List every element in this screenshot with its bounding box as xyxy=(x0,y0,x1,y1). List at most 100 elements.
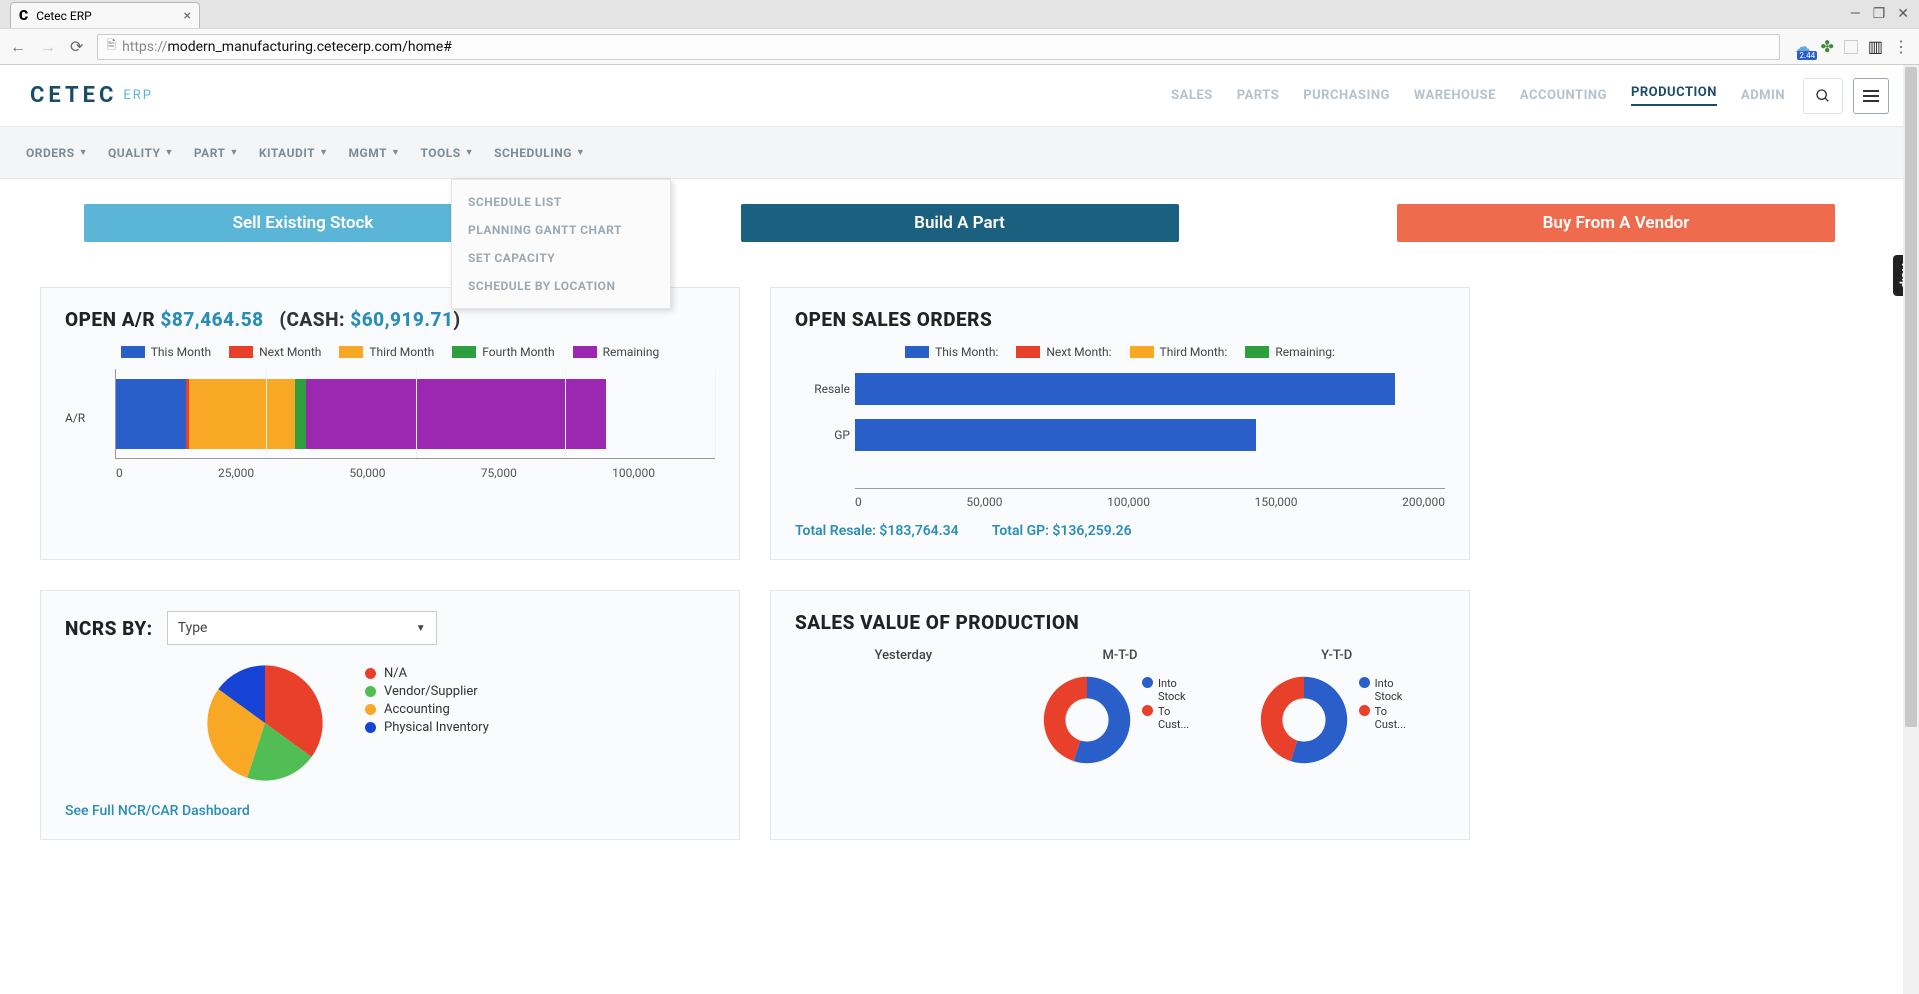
legend-item: This Month xyxy=(121,345,211,359)
svp-donut-chart xyxy=(1042,675,1132,765)
sub-nav: ORDERS ▼ QUALITY ▼ PART ▼ KITAUDIT ▼ MGMT ▼ T… xyxy=(0,127,1919,179)
legend-item: N/A xyxy=(365,666,489,681)
sub-nav-quality[interactable]: QUALITY ▼ xyxy=(108,146,174,160)
bar-segment xyxy=(306,379,606,449)
legend-item: Third Month xyxy=(339,345,434,359)
window-minimize-icon[interactable]: — xyxy=(1850,6,1861,22)
open-ar-card: OPEN A/R $87,464.58 (CASH: $60,919.71) T… xyxy=(40,287,740,560)
extension-icon[interactable]: ▥ xyxy=(1868,37,1883,56)
bar-segment xyxy=(189,379,295,449)
top-nav-warehouse[interactable]: WAREHOUSE xyxy=(1414,88,1496,103)
tab-favicon: C xyxy=(19,8,28,24)
bar-segment xyxy=(116,379,186,449)
top-nav-parts[interactable]: PARTS xyxy=(1237,88,1279,103)
top-nav: SALES PARTS PURCHASING WAREHOUSE ACCOUNTING P… xyxy=(1171,85,1785,106)
caret-down-icon: ▼ xyxy=(391,147,400,158)
window-close-icon[interactable]: ✕ xyxy=(1897,6,1909,22)
legend-item: Remaining xyxy=(573,345,660,359)
top-nav-admin[interactable]: ADMIN xyxy=(1741,88,1785,103)
logo[interactable]: CETEC ERP xyxy=(30,83,153,108)
dropdown-item[interactable]: SCHEDULE LIST xyxy=(452,188,670,216)
sub-nav-kitaudit[interactable]: KITAUDIT ▼ xyxy=(259,146,329,160)
window-maximize-icon[interactable]: ❐ xyxy=(1873,6,1886,22)
top-nav-accounting[interactable]: ACCOUNTING xyxy=(1520,88,1607,103)
extension-icon[interactable]: ✤ xyxy=(1820,37,1833,56)
svp-card: SALES VALUE OF PRODUCTION YesterdayM-T-D… xyxy=(770,590,1470,840)
sales-bar xyxy=(855,373,1395,405)
svp-donut-chart xyxy=(1259,675,1349,765)
chevron-down-icon: ▼ xyxy=(416,623,426,634)
sub-nav-part[interactable]: PART ▼ xyxy=(194,146,239,160)
ncr-dashboard-link[interactable]: See Full NCR/CAR Dashboard xyxy=(65,803,715,819)
build-a-part-button[interactable]: Build A Part xyxy=(741,204,1179,242)
browser-tab[interactable]: C Cetec ERP × xyxy=(10,2,200,28)
extension-icon[interactable] xyxy=(1844,40,1858,54)
scheduling-dropdown: SCHEDULE LISTPLANNING GANTT CHARTSET CAP… xyxy=(451,179,671,309)
legend-item: Next Month xyxy=(229,345,321,359)
legend-item: Accounting xyxy=(365,702,489,717)
svp-column: Yesterday xyxy=(795,648,1012,765)
svp-row: YesterdayM-T-DInto StockTo Cust...Y-T-DI… xyxy=(795,648,1445,765)
top-nav-sales[interactable]: SALES xyxy=(1171,88,1213,103)
caret-down-icon: ▼ xyxy=(576,147,585,158)
legend-item: Physical Inventory xyxy=(365,720,489,735)
action-row: Sell Existing Stock Build A Part Buy Fro… xyxy=(0,179,1919,267)
vertical-scrollbar[interactable] xyxy=(1903,65,1919,994)
open-ar-legend: This Month Next Month Third Month Fourth Mo… xyxy=(65,345,715,359)
open-ar-title: OPEN A/R $87,464.58 (CASH: $60,919.71) xyxy=(65,308,715,331)
browser-extensions: ☁2.44 ✤ ▥ ⋮ xyxy=(1794,37,1909,56)
dropdown-item[interactable]: PLANNING GANTT CHART xyxy=(452,216,670,244)
open-sales-card: OPEN SALES ORDERS This Month: Next Month:… xyxy=(770,287,1470,560)
legend-item: To Cust... xyxy=(1359,705,1415,731)
top-nav-production[interactable]: PRODUCTION xyxy=(1631,85,1717,106)
sub-nav-mgmt[interactable]: MGMT ▼ xyxy=(349,146,401,160)
buy-from-vendor-button[interactable]: Buy From A Vendor xyxy=(1397,204,1835,242)
svp-title: SALES VALUE OF PRODUCTION xyxy=(795,611,1445,634)
legend-item: Into Stock xyxy=(1359,677,1415,703)
ncrs-pie-chart xyxy=(205,663,325,783)
legend-item: Third Month: xyxy=(1130,345,1228,359)
menu-button[interactable] xyxy=(1853,78,1889,114)
tab-close-icon[interactable]: × xyxy=(184,8,191,24)
logo-main: CETEC xyxy=(30,83,117,108)
sub-nav-tools[interactable]: TOOLS ▼ xyxy=(420,146,474,160)
total-gp[interactable]: Total GP: $136,259.26 xyxy=(992,523,1132,539)
top-nav-purchasing[interactable]: PURCHASING xyxy=(1303,88,1390,103)
legend-item: Next Month: xyxy=(1016,345,1111,359)
caret-down-icon: ▼ xyxy=(229,147,238,158)
sub-nav-orders[interactable]: ORDERS ▼ xyxy=(26,146,88,160)
dropdown-item[interactable]: SCHEDULE BY LOCATION xyxy=(452,272,670,300)
reload-icon[interactable]: ⟳ xyxy=(70,37,83,56)
dropdown-item[interactable]: SET CAPACITY xyxy=(452,244,670,272)
tab-title: Cetec ERP xyxy=(36,9,92,23)
total-resale[interactable]: Total Resale: $183,764.34 xyxy=(795,523,959,539)
browser-tab-bar: C Cetec ERP × xyxy=(0,0,1919,28)
sales-bar-row: GP xyxy=(855,415,1445,455)
legend-item: Fourth Month xyxy=(452,345,554,359)
back-icon[interactable]: ← xyxy=(10,37,26,57)
address-bar[interactable]: 🗎 https://modern_manufacturing.cetecerp.… xyxy=(97,34,1780,60)
legend-item: To Cust... xyxy=(1142,705,1198,731)
sub-nav-scheduling[interactable]: SCHEDULING ▼ xyxy=(494,146,585,160)
ncrs-type-select[interactable]: Type ▼ xyxy=(167,611,437,645)
chrome-menu-icon[interactable]: ⋮ xyxy=(1893,37,1909,56)
url-rest: modern_manufacturing.cetecerp.com/home# xyxy=(167,39,451,55)
open-ar-value: $87,464.58 xyxy=(160,308,263,331)
browser-chrome: — ❐ ✕ C Cetec ERP × ← → ⟳ 🗎 https://mode… xyxy=(0,0,1919,65)
ncrs-title: NCRS BY: xyxy=(65,617,153,640)
forward-icon[interactable]: → xyxy=(40,37,56,57)
open-sales-totals: Total Resale: $183,764.34 Total GP: $136… xyxy=(795,523,1445,539)
caret-down-icon: ▼ xyxy=(465,147,474,158)
sales-bar-row: Resale xyxy=(855,369,1445,409)
open-ar-ylabel: A/R xyxy=(65,411,85,425)
search-button[interactable] xyxy=(1803,78,1843,114)
open-sales-title: OPEN SALES ORDERS xyxy=(795,308,1445,331)
cash-value: $60,919.71 xyxy=(350,308,453,331)
logo-sub: ERP xyxy=(123,88,153,103)
open-sales-legend: This Month:Next Month:Third Month:Remain… xyxy=(795,345,1445,359)
search-icon xyxy=(1815,88,1831,104)
legend-item: This Month: xyxy=(905,345,998,359)
extension-icon[interactable]: ☁2.44 xyxy=(1794,37,1810,56)
url-protocol: https:// xyxy=(122,39,167,55)
hamburger-icon xyxy=(1863,89,1879,103)
